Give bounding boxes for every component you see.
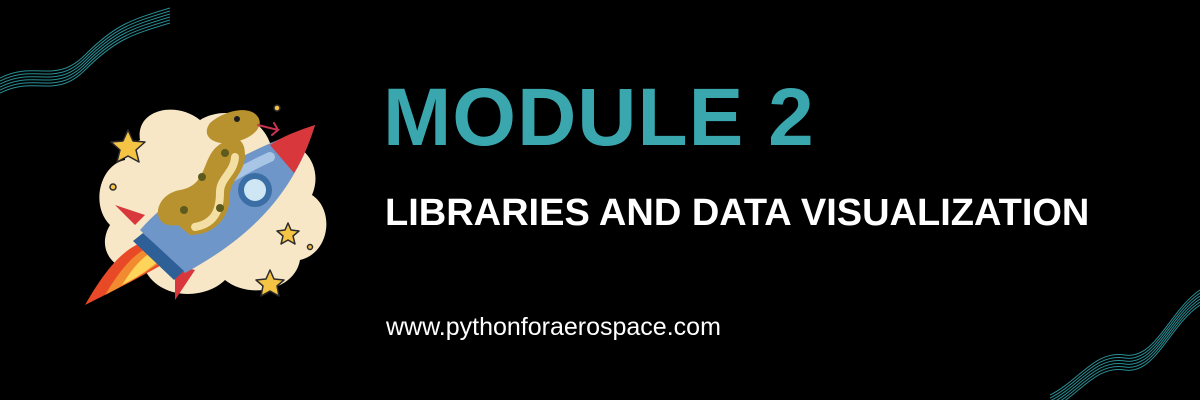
module-subtitle: LIBRARIES AND DATA VISUALIZATION [385, 192, 1090, 234]
website-link[interactable]: www.pythonforaerospace.com [386, 311, 721, 343]
wave-decoration-bottom-right [1050, 289, 1200, 400]
python-rocket-illustration [85, 104, 327, 305]
course-banner: MODULE 2 LIBRARIES AND DATA VISUALIZATIO… [0, 0, 1200, 400]
module-title: MODULE 2 [383, 72, 815, 163]
